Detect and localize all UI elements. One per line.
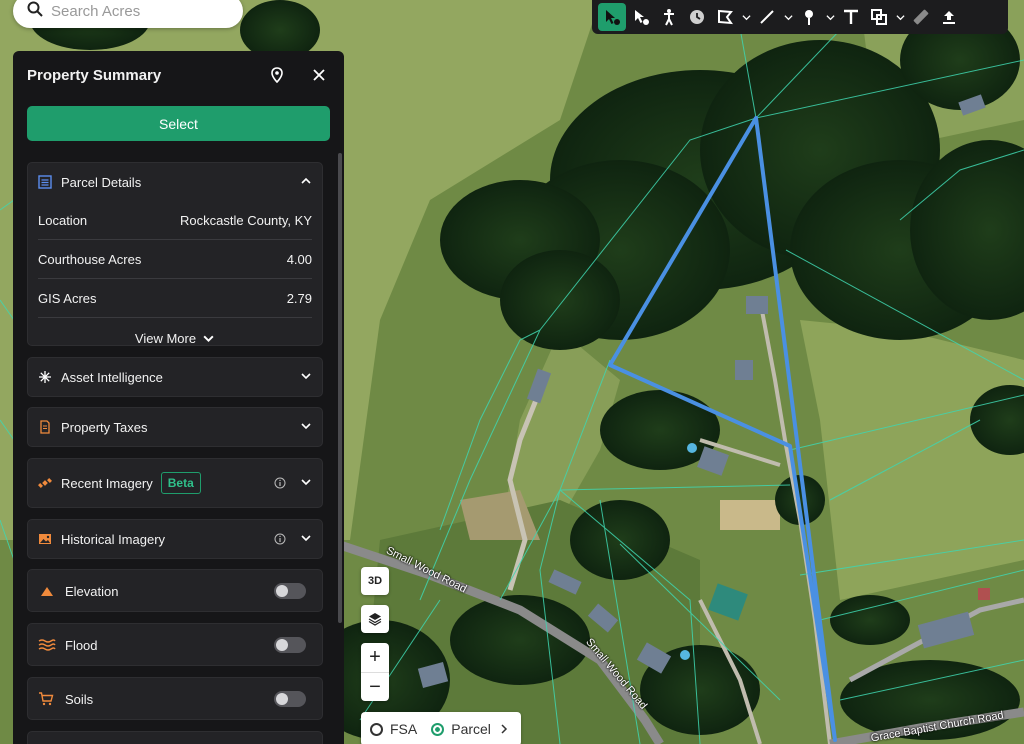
- row-label: Location: [38, 212, 88, 228]
- drawing-toolbar: [592, 0, 1008, 34]
- asset-intelligence-title: Asset Intelligence: [61, 369, 163, 385]
- panel-header: Property Summary: [13, 51, 344, 99]
- property-taxes-header: Property Taxes: [28, 408, 322, 446]
- chevron-down-icon[interactable]: [300, 532, 312, 547]
- property-taxes-title: Property Taxes: [61, 419, 148, 435]
- layers-button[interactable]: [361, 605, 389, 633]
- chevron-down-icon[interactable]: [300, 370, 312, 385]
- recent-imagery-header: Recent Imagery Beta: [28, 459, 322, 507]
- historical-imagery-title: Historical Imagery: [61, 531, 166, 547]
- chevron-right-icon[interactable]: [499, 724, 509, 734]
- view-more-label: View More: [134, 330, 197, 346]
- flood-header: Flood: [28, 624, 322, 666]
- shape-dropdown-chevron-icon[interactable]: [894, 3, 906, 31]
- beta-badge: Beta: [160, 472, 201, 494]
- parcel-details-title: Parcel Details: [61, 174, 142, 190]
- chevron-down-icon[interactable]: [300, 476, 312, 491]
- soils-card: Soils: [27, 677, 323, 720]
- view-more-button[interactable]: View More: [28, 318, 322, 358]
- text-tool-icon[interactable]: [838, 3, 864, 31]
- sparkle-icon: [38, 369, 54, 385]
- parcel-label[interactable]: Parcel: [451, 721, 491, 737]
- parcel-details-header[interactable]: Parcel Details: [28, 163, 322, 201]
- chevron-up-icon[interactable]: [300, 175, 312, 190]
- zoom-in-button[interactable]: +: [361, 643, 389, 672]
- polygon-tool-icon[interactable]: [712, 3, 738, 31]
- parcel-row-gis-acres: GIS Acres 2.79: [38, 279, 312, 318]
- image-icon: [38, 531, 54, 547]
- row-label: Courthouse Acres: [38, 251, 142, 267]
- 3d-toggle-button[interactable]: 3D: [361, 567, 389, 595]
- row-value: Rockcastle County, KY: [180, 212, 312, 228]
- info-icon[interactable]: [274, 533, 286, 545]
- property-summary-panel: Property Summary Select Parcel Details L…: [13, 51, 344, 744]
- next-section-card: [27, 731, 323, 744]
- clock-tool-icon[interactable]: [684, 3, 710, 31]
- property-taxes-card[interactable]: Property Taxes: [27, 407, 323, 447]
- fsa-radio[interactable]: [370, 722, 383, 736]
- line-tool-icon[interactable]: [754, 3, 780, 31]
- row-value: 4.00: [286, 251, 312, 267]
- parcel-row-courthouse-acres: Courthouse Acres 4.00: [38, 240, 312, 279]
- recent-imagery-card[interactable]: Recent Imagery Beta: [27, 458, 323, 508]
- soils-toggle[interactable]: [274, 691, 306, 707]
- elevation-card: Elevation: [27, 569, 323, 612]
- layers-icon: [368, 613, 382, 626]
- flood-title: Flood: [65, 637, 98, 653]
- satellite-icon: [38, 475, 54, 491]
- elevation-header: Elevation: [28, 570, 322, 612]
- search-bar[interactable]: [13, 0, 243, 28]
- historical-imagery-card[interactable]: Historical Imagery: [27, 519, 323, 559]
- asset-intelligence-header: Asset Intelligence: [28, 358, 322, 396]
- document-icon: [38, 419, 54, 435]
- person-tool-icon[interactable]: [656, 3, 682, 31]
- zoom-out-button[interactable]: −: [361, 672, 389, 701]
- close-icon[interactable]: [308, 64, 330, 86]
- row-label: GIS Acres: [38, 290, 97, 306]
- line-dropdown-chevron-icon[interactable]: [782, 3, 794, 31]
- panel-title: Property Summary: [27, 66, 162, 84]
- flood-card: Flood: [27, 623, 323, 666]
- cart-icon: [38, 691, 58, 707]
- mountain-icon: [38, 583, 58, 599]
- info-icon[interactable]: [274, 477, 286, 489]
- elevation-title: Elevation: [65, 583, 119, 599]
- pin-tool-icon[interactable]: [796, 3, 822, 31]
- ruler-tool-icon[interactable]: [908, 3, 934, 31]
- soils-title: Soils: [65, 691, 94, 707]
- select-tool-icon[interactable]: [598, 3, 626, 31]
- parcel-details-card: Parcel Details Location Rockcastle Count…: [27, 162, 323, 346]
- shape-tool-icon[interactable]: [866, 3, 892, 31]
- upload-tool-icon[interactable]: [936, 3, 962, 31]
- point-select-tool-icon[interactable]: [628, 3, 654, 31]
- parcel-row-location: Location Rockcastle County, KY: [38, 201, 312, 240]
- row-value: 2.79: [286, 290, 312, 306]
- base-layer-switcher: FSA Parcel: [361, 712, 521, 744]
- historical-imagery-header: Historical Imagery: [28, 520, 322, 558]
- recent-imagery-title: Recent Imagery: [61, 475, 153, 491]
- pin-dropdown-chevron-icon[interactable]: [824, 3, 836, 31]
- search-icon: [27, 1, 43, 22]
- soils-header: Soils: [28, 678, 322, 720]
- list-icon: [38, 174, 54, 190]
- chevron-down-icon[interactable]: [300, 420, 312, 435]
- zoom-controls: + −: [361, 643, 389, 701]
- elevation-toggle[interactable]: [274, 583, 306, 599]
- select-button[interactable]: Select: [27, 106, 330, 141]
- search-input[interactable]: [51, 2, 231, 20]
- polygon-dropdown-chevron-icon[interactable]: [740, 3, 752, 31]
- parcel-radio[interactable]: [431, 722, 445, 736]
- panel-scrollbar[interactable]: [338, 153, 342, 623]
- asset-intelligence-card[interactable]: Asset Intelligence: [27, 357, 323, 397]
- flood-toggle[interactable]: [274, 637, 306, 653]
- location-pin-icon[interactable]: [266, 64, 288, 86]
- fsa-label[interactable]: FSA: [390, 721, 417, 737]
- waves-icon: [38, 637, 58, 653]
- chevron-down-icon: [203, 335, 214, 342]
